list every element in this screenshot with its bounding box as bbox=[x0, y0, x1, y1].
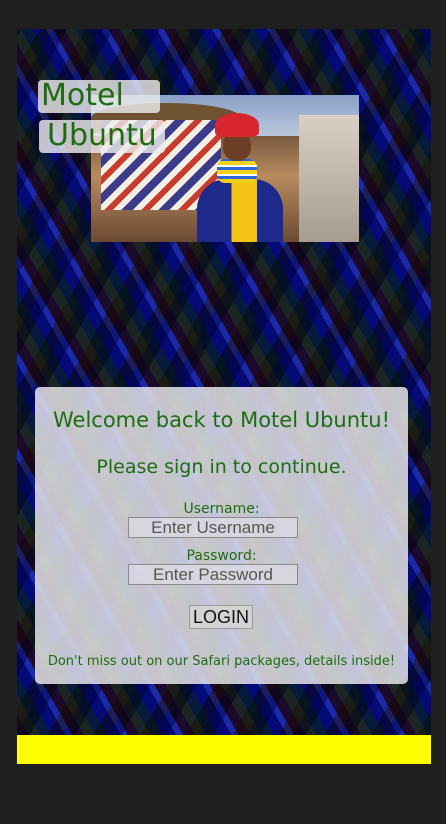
woman-dress bbox=[197, 179, 283, 242]
signin-prompt: Please sign in to continue. bbox=[96, 456, 347, 478]
safari-promo-text: Don't miss out on our Safari packages, d… bbox=[47, 654, 396, 669]
woman-figure bbox=[197, 113, 283, 242]
login-button[interactable]: LOGIN bbox=[189, 605, 253, 629]
password-label: Password: bbox=[186, 548, 257, 564]
woman-hat bbox=[215, 113, 259, 137]
username-input[interactable] bbox=[128, 517, 298, 538]
woman-beaded-collar bbox=[217, 159, 257, 183]
site-title-line1: Motel bbox=[38, 80, 160, 113]
login-panel: Welcome back to Motel Ubuntu! Please sig… bbox=[35, 387, 408, 684]
welcome-heading: Welcome back to Motel Ubuntu! bbox=[53, 408, 390, 432]
rightwall bbox=[299, 115, 359, 242]
footer-bar bbox=[17, 735, 431, 764]
site-title-line2: Ubuntu bbox=[39, 120, 165, 153]
password-input[interactable] bbox=[128, 564, 298, 585]
username-label: Username: bbox=[183, 501, 260, 517]
